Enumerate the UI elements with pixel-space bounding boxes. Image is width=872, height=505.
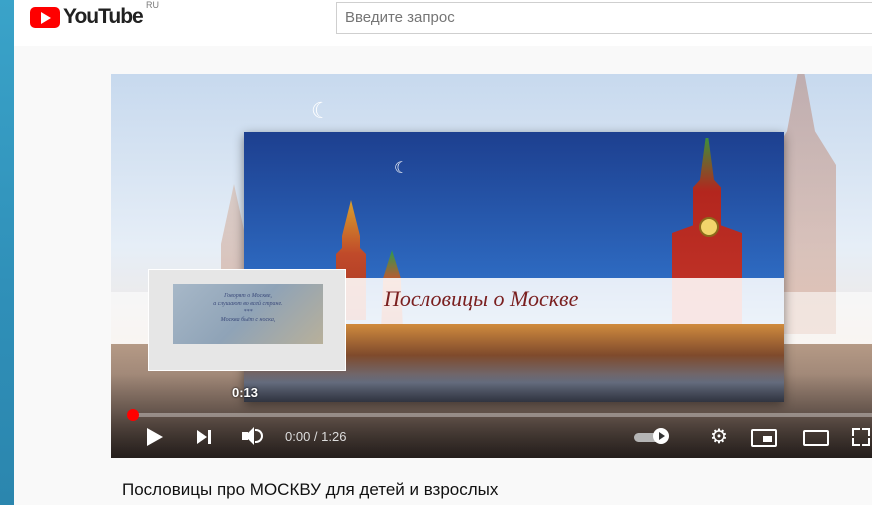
- search-input[interactable]: Введите запрос: [336, 2, 872, 34]
- clock-icon: [699, 217, 719, 237]
- video-title[interactable]: Пословицы про МОСКВУ для детей и взрослы…: [122, 480, 498, 500]
- progress-bar[interactable]: [131, 413, 872, 417]
- top-bar: YouTube RU Введите запрос: [14, 0, 872, 46]
- play-icon[interactable]: [147, 428, 163, 446]
- next-icon[interactable]: [197, 428, 215, 446]
- fullscreen-icon[interactable]: [852, 428, 870, 446]
- miniplayer-icon[interactable]: [751, 429, 777, 447]
- preview-time: 0:13: [232, 385, 259, 400]
- region-label: RU: [146, 0, 159, 10]
- youtube-page: YouTube RU Введите запрос ☾ ☾ Пословицы …: [14, 0, 872, 505]
- logo-wordmark: YouTube: [63, 5, 144, 28]
- preview-line: а слушают во всей стране.: [213, 301, 283, 307]
- volume-icon[interactable]: [242, 427, 268, 447]
- autoplay-toggle[interactable]: [634, 428, 670, 444]
- video-player[interactable]: ☾ ☾ Пословицы о Москве Говорят о Москве,: [111, 74, 872, 458]
- card-moon-icon: ☾: [394, 160, 409, 177]
- card-title: Пословицы о Москве: [384, 286, 579, 311]
- preview-line: Москва бьёт с носка,: [220, 317, 276, 323]
- youtube-logo[interactable]: YouTube: [30, 5, 144, 28]
- moon-icon: ☾: [311, 98, 331, 123]
- gear-icon[interactable]: ⚙: [710, 427, 730, 447]
- time-display: 0:00 / 1:26: [285, 429, 347, 444]
- preview-line: ***: [243, 309, 253, 315]
- preview-text: Говорят о Москве, а слушают во всей стра…: [173, 284, 323, 344]
- youtube-play-logo-icon: [30, 6, 60, 28]
- scrubber-handle[interactable]: [127, 409, 139, 421]
- seek-preview-thumbnail: Говорят о Москве, а слушают во всей стра…: [149, 270, 345, 370]
- theater-icon[interactable]: [803, 430, 829, 446]
- player-controls: 0:00 / 1:26 ⚙: [111, 423, 872, 453]
- preview-line: Говорят о Москве,: [224, 293, 272, 299]
